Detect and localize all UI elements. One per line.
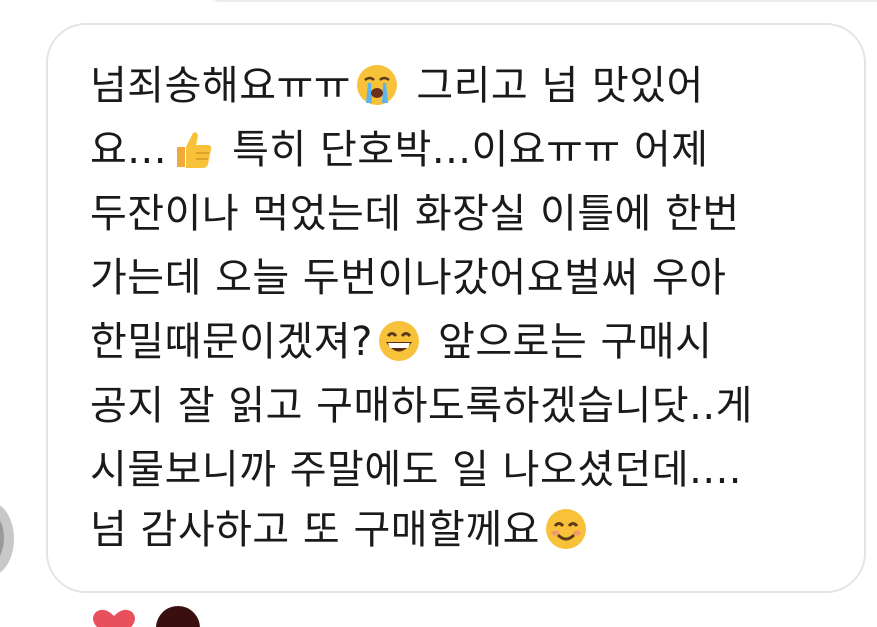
- thumbs-up-icon: [176, 132, 212, 168]
- previous-message-bubble: [205, 0, 877, 2]
- message-text: 요...: [90, 127, 167, 173]
- message-line: 넘죄송해요ㅠㅠ 그리고 넘 맛있어: [90, 60, 704, 112]
- message-text: 가는데 오늘 두번이나갔어요벌써 우아: [90, 255, 727, 301]
- chat-screen: 넘죄송해요ㅠㅠ 그리고 넘 맛있어 요... 특히 단호박...이요ㅠㅠ 어제 …: [0, 0, 877, 627]
- message-text: 특히 단호박...이요ㅠㅠ 어제: [218, 127, 709, 173]
- message-line: 한밀때문이겠져? 앞으로는 구매시: [90, 316, 712, 368]
- crying-face-icon: [357, 65, 398, 105]
- message-text: 공지 잘 읽고 구매하도록하겠습니닷..게: [90, 383, 753, 429]
- smiling-face-icon: [545, 509, 586, 549]
- message-line: 두잔이나 먹었는데 화장실 이틀에 한번: [90, 188, 740, 240]
- message-line: 공지 잘 읽고 구매하도록하겠습니닷..게: [90, 380, 753, 432]
- message-text: 그리고 넘 맛있어: [403, 63, 704, 109]
- grinning-face-icon: [378, 321, 419, 361]
- heart-icon[interactable]: [90, 606, 138, 627]
- message-line: 시물보니까 주말에도 일 나오셨던데....: [90, 444, 742, 496]
- avatar-reaction-icon[interactable]: [156, 606, 200, 627]
- sender-avatar[interactable]: [0, 502, 14, 576]
- message-text: 넘죄송해요ㅠㅠ: [90, 63, 352, 109]
- message-line: 요... 특히 단호박...이요ㅠㅠ 어제: [90, 124, 709, 176]
- message-text: 시물보니까 주말에도 일 나오셨던데....: [90, 447, 743, 493]
- message-line: 가는데 오늘 두번이나갔어요벌써 우아: [90, 252, 726, 304]
- message-text: 한밀때문이겠져?: [90, 319, 373, 365]
- message-text: 넘 감사하고 또 구매할께요: [90, 507, 540, 553]
- message-text: 앞으로는 구매시: [424, 319, 713, 365]
- message-line: 넘 감사하고 또 구매할께요: [90, 504, 592, 556]
- message-text: 두잔이나 먹었는데 화장실 이틀에 한번: [90, 191, 740, 237]
